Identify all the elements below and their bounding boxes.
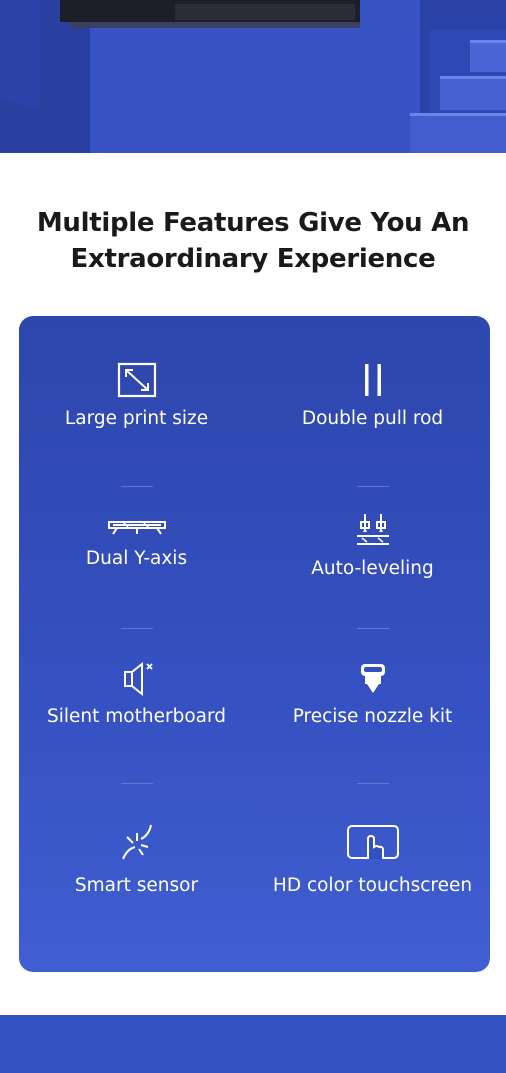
feature-label: Smart sensor: [74, 875, 199, 896]
feature-label: Precise nozzle kit: [292, 706, 453, 727]
divider: [357, 783, 389, 784]
section-title: Multiple Features Give You An Extraordin…: [0, 205, 506, 277]
divider: [121, 783, 153, 784]
feature-label: HD color touchscreen: [272, 875, 473, 896]
divider: [357, 628, 389, 629]
divider: [121, 628, 153, 629]
feature-smart-sensor: Smart sensor: [19, 821, 254, 897]
hero-product-image: [0, 0, 506, 153]
double-bar-icon: [364, 364, 381, 396]
feature-auto-leveling: Auto-leveling: [255, 512, 490, 580]
feature-label: Dual Y-axis: [85, 548, 188, 569]
section-title-line2: Extraordinary Experience: [70, 244, 436, 274]
nozzle-icon: [360, 664, 385, 693]
feature-label: Auto-leveling: [311, 558, 434, 579]
feature-hd-color-touchscreen: HD color touchscreen: [255, 821, 490, 897]
feature-label: Large print size: [64, 408, 209, 429]
feature-silent-motherboard: Silent motherboard: [19, 660, 254, 728]
section-title-line1: Multiple Features Give You An: [36, 208, 470, 238]
touchscreen-hand-icon: [346, 825, 399, 859]
feature-double-pull-rod: Double pull rod: [255, 362, 490, 430]
divider: [357, 486, 389, 487]
speaker-mute-icon: [123, 661, 153, 696]
sparkle-sensor-icon: [121, 824, 152, 860]
feature-label: Silent motherboard: [47, 706, 226, 727]
next-section-banner: [0, 1015, 506, 1073]
feature-precise-nozzle-kit: Precise nozzle kit: [255, 660, 490, 728]
feature-dual-y-axis: Dual Y-axis: [19, 512, 254, 570]
feature-large-print-size: Large print size: [19, 362, 254, 430]
features-card: Large print size Double pull rod Dual Y-…: [19, 316, 490, 972]
feature-label: Double pull rod: [301, 408, 444, 429]
resize-diagonal-icon: [117, 362, 156, 398]
rail-icon: [107, 521, 166, 535]
divider: [121, 486, 153, 487]
leveling-probe-icon: [356, 514, 389, 545]
